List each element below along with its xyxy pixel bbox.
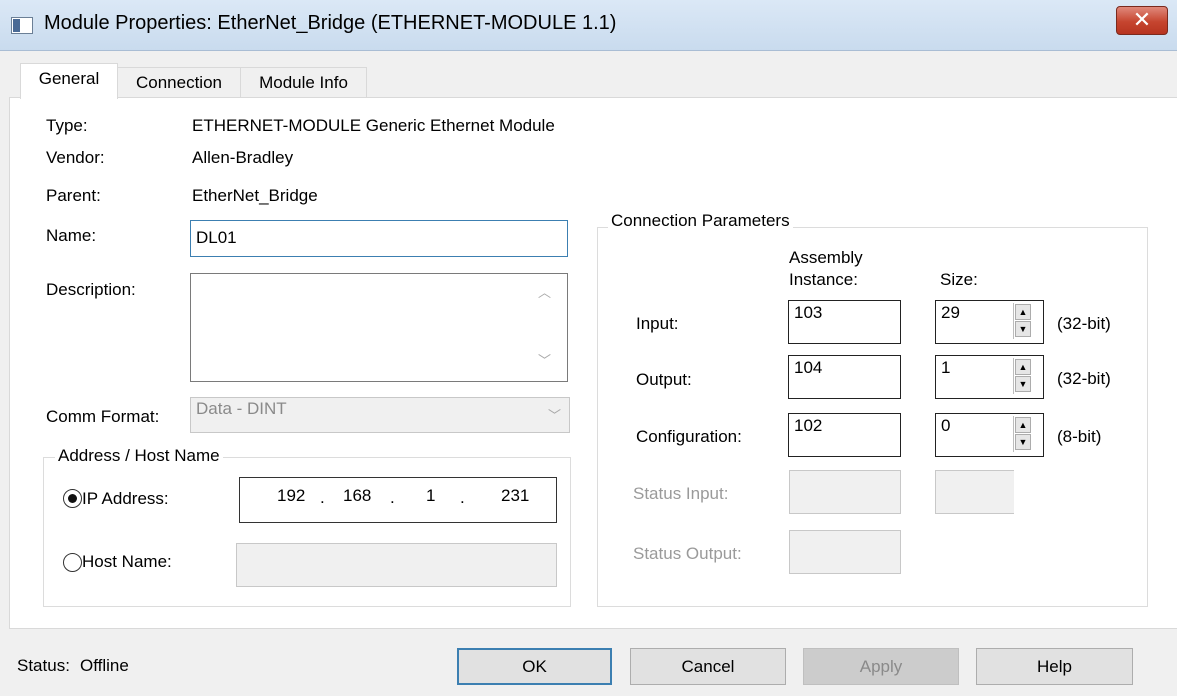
window-icon [11, 17, 33, 34]
configuration-instance-field[interactable]: 102 [788, 413, 901, 457]
parent-value: EtherNet_Bridge [192, 186, 318, 205]
output-instance-field[interactable]: 104 [788, 355, 901, 399]
tab-module-info[interactable]: Module Info [240, 67, 367, 98]
input-label: Input: [636, 314, 679, 333]
cancel-button[interactable]: Cancel [630, 648, 786, 685]
spin-down-icon[interactable]: ▼ [1015, 376, 1031, 392]
configuration-size-unit: (8-bit) [1057, 427, 1102, 446]
name-label: Name: [46, 226, 97, 245]
apply-button[interactable]: Apply [803, 648, 959, 685]
spin-up-icon[interactable]: ▲ [1015, 359, 1031, 375]
size-header: Size: [940, 270, 978, 289]
connection-parameters-title: Connection Parameters [608, 211, 793, 231]
host-name-input[interactable] [236, 543, 557, 587]
chevron-down-icon: ﹀ [548, 408, 562, 423]
tab-connection[interactable]: Connection [117, 67, 241, 98]
spin-up-icon[interactable]: ▲ [1015, 417, 1031, 433]
assembly-header-line2: Instance: [789, 270, 858, 289]
description-textarea[interactable] [190, 273, 568, 382]
input-size-stepper[interactable]: ▲ ▼ [1013, 303, 1032, 339]
scroll-down-icon[interactable]: ﹀ [538, 350, 551, 369]
window-title: Module Properties: EtherNet_Bridge (ETHE… [44, 12, 617, 34]
output-size-unit: (32-bit) [1057, 369, 1111, 388]
spin-up-icon[interactable]: ▲ [1015, 304, 1031, 320]
ip-separator-1: . [320, 488, 325, 507]
output-label: Output: [636, 370, 692, 389]
configuration-label: Configuration: [636, 427, 742, 446]
title-bar: Module Properties: EtherNet_Bridge (ETHE… [0, 0, 1177, 51]
name-input[interactable]: DL01 [190, 220, 568, 257]
input-instance-field[interactable]: 103 [788, 300, 901, 344]
ip-octet-3: 1 [426, 486, 436, 505]
ok-button[interactable]: OK [457, 648, 612, 685]
vendor-value: Allen-Bradley [192, 148, 294, 167]
status-output-instance-field[interactable] [789, 530, 901, 574]
input-size-unit: (32-bit) [1057, 314, 1111, 333]
vendor-label: Vendor: [46, 148, 105, 167]
close-button[interactable]: ✕ [1116, 6, 1168, 35]
ip-separator-2: . [390, 488, 395, 507]
spin-down-icon[interactable]: ▼ [1015, 321, 1031, 337]
output-size-stepper[interactable]: ▲ ▼ [1013, 358, 1032, 394]
ip-separator-3: . [460, 488, 465, 507]
status-label: Status: [17, 656, 70, 675]
status-output-label: Status Output: [633, 544, 742, 563]
ip-octet-2: 168 [343, 486, 372, 505]
ip-address-radio[interactable] [63, 489, 82, 508]
type-label: Type: [46, 116, 88, 135]
host-name-radio[interactable] [63, 553, 82, 572]
tab-general[interactable]: General [20, 63, 118, 99]
status-value: Offline [80, 656, 129, 675]
comm-format-label: Comm Format: [46, 407, 160, 426]
status-input-size-field[interactable] [935, 470, 1014, 514]
status-input-label: Status Input: [633, 484, 729, 503]
description-label: Description: [46, 280, 136, 299]
help-button[interactable]: Help [976, 648, 1133, 685]
scroll-up-icon[interactable]: ︿ [538, 282, 551, 301]
parent-label: Parent: [46, 186, 101, 205]
assembly-header-line1: Assembly [789, 248, 863, 267]
spin-down-icon[interactable]: ▼ [1015, 434, 1031, 450]
address-group-title: Address / Host Name [55, 446, 223, 466]
ip-address-label[interactable]: IP Address: [82, 489, 169, 509]
type-value: ETHERNET-MODULE Generic Ethernet Module [192, 116, 555, 135]
status-input-instance-field[interactable] [789, 470, 901, 514]
ip-octet-1: 192 [277, 486, 306, 505]
comm-format-select[interactable]: Data - DINT [190, 397, 570, 433]
host-name-label[interactable]: Host Name: [82, 552, 172, 572]
ip-octet-4: 231 [501, 486, 530, 505]
configuration-size-stepper[interactable]: ▲ ▼ [1013, 416, 1032, 452]
